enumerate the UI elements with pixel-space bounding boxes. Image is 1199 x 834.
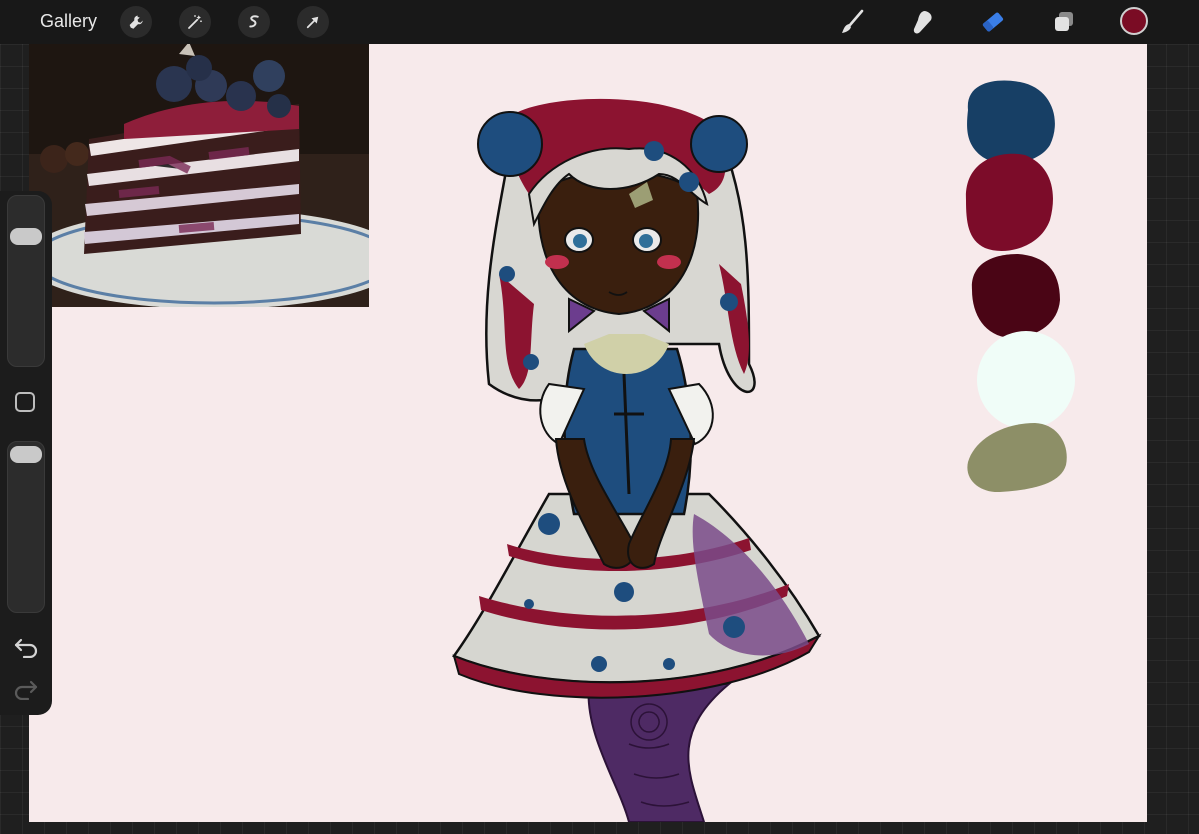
undo-icon[interactable] <box>12 634 40 659</box>
brush-size-slider[interactable] <box>7 195 45 367</box>
palette-swatch-5[interactable] <box>967 423 1067 493</box>
palette-swatch-1[interactable] <box>967 80 1055 164</box>
opacity-slider[interactable] <box>7 441 45 613</box>
brush-size-handle[interactable] <box>10 228 42 245</box>
palette-swatch-3[interactable] <box>971 254 1060 338</box>
left-sidebar <box>0 191 52 715</box>
color-palette <box>965 80 1075 493</box>
palette-swatch-2[interactable] <box>965 153 1053 251</box>
modify-square-icon[interactable] <box>15 392 35 412</box>
opacity-handle[interactable] <box>10 446 42 463</box>
palette-swatch-4[interactable] <box>977 331 1075 429</box>
redo-icon[interactable] <box>12 676 40 701</box>
